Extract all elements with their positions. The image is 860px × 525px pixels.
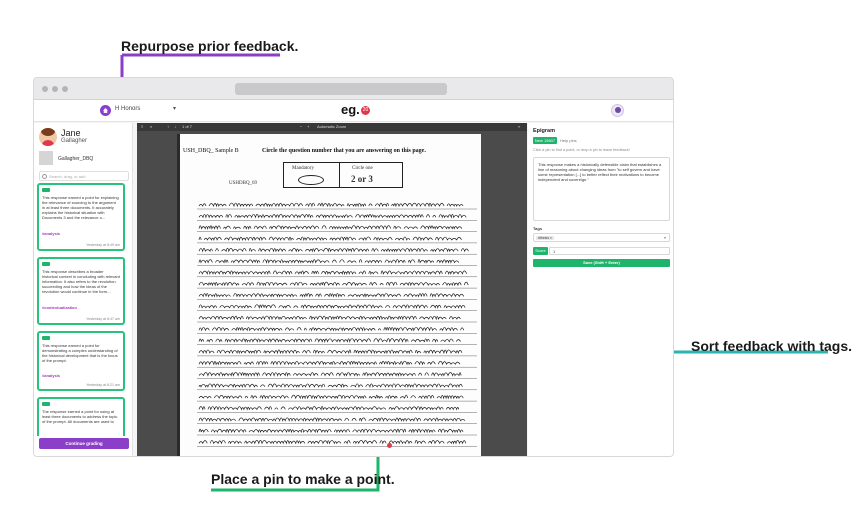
handwriting-line — [199, 406, 462, 409]
card-text: This response describes a broader histor… — [42, 269, 120, 294]
feedback-pin[interactable] — [387, 443, 392, 448]
user-avatar[interactable] — [611, 104, 624, 117]
sidebar-toggle-icon[interactable]: ≡ — [141, 124, 143, 129]
card-timestamp: Yesterday at 8:47 am — [86, 317, 120, 321]
handwritten-essay — [197, 202, 477, 447]
card-tag[interactable]: #contextualization — [42, 305, 77, 310]
feedback-text: This response makes a historically defen… — [538, 162, 662, 182]
feedback-card[interactable]: This response earned a point for explain… — [37, 183, 125, 251]
student-sidebar: Jane Gallagher Gallagher_DBQ Search, dra… — [34, 123, 133, 456]
zoom-in-icon[interactable]: + — [307, 124, 309, 129]
score-input[interactable]: 1 — [549, 247, 670, 255]
handwriting-line — [199, 237, 465, 240]
viewer-toolbar: ≡ ⌕ ↑ ↓ 1 of 7 − + Automatic Zoom » — [137, 123, 527, 131]
page-indicator[interactable]: 1 of 7 — [182, 124, 192, 129]
search-placeholder: Search, drag, or add — [49, 174, 86, 179]
chevron-down-icon[interactable]: ▾ — [664, 235, 666, 240]
search-icon[interactable]: ⌕ — [150, 124, 152, 129]
essay-page[interactable]: USH_DBQ_ Sample B Circle the question nu… — [177, 134, 481, 456]
feedback-card[interactable]: The response earned a point for using at… — [37, 397, 125, 436]
card-tag[interactable]: #analysis — [42, 373, 60, 378]
score-value: 1 — [553, 249, 556, 254]
handwriting-line — [198, 360, 461, 366]
feedback-panel: Epigram New 15607 Help pins Click a pin … — [528, 123, 673, 456]
handwriting-line — [198, 247, 469, 253]
search-icon — [42, 174, 47, 179]
card-score-badge — [42, 402, 50, 406]
tab-new-comment[interactable]: New 15607 — [533, 137, 557, 144]
handwriting-line — [198, 304, 466, 310]
card-score-badge — [42, 262, 50, 266]
handwriting-line — [199, 418, 468, 421]
app-header: H Honors ▾ eg. 20 — [34, 100, 673, 122]
panel-title: Epigram — [533, 128, 556, 134]
handwriting-line — [198, 293, 465, 298]
tag-chip[interactable]: #thesis × — [536, 236, 555, 240]
zoom-select[interactable]: Automatic Zoom — [317, 124, 346, 129]
address-bar[interactable] — [235, 83, 447, 95]
student-first-name: Jane — [61, 128, 81, 138]
card-text: This response earned a point for demonst… — [42, 343, 118, 363]
card-text: This response earned a point for explain… — [42, 195, 119, 220]
feedback-card[interactable]: This response earned a point for demonst… — [37, 331, 125, 391]
handwriting-line — [198, 213, 467, 219]
app-logo: eg. — [341, 102, 360, 117]
student-last-name: Gallagher — [61, 138, 88, 144]
student-avatar — [39, 128, 57, 146]
marketing-stage: Repurpose prior feedback. Sort feedback … — [0, 0, 860, 525]
tab-help-pins[interactable]: Help pins — [560, 138, 577, 143]
logo-badge: 20 — [361, 106, 370, 115]
handwriting-line — [198, 326, 465, 332]
continue-grading-button[interactable]: Continue grading — [39, 438, 129, 449]
tags-callout: Sort feedback with tags. — [691, 338, 853, 354]
card-timestamp: Yesterday at 8:21 am — [86, 383, 120, 387]
course-selector[interactable]: H Honors — [115, 106, 140, 112]
save-button[interactable]: Save (Shift + Enter) — [533, 259, 670, 267]
window-maximize-dot[interactable] — [62, 86, 68, 92]
card-score-badge — [42, 336, 50, 340]
handwriting-line — [198, 259, 460, 264]
document-name[interactable]: Gallagher_DBQ — [58, 156, 93, 162]
card-text: The response earned a point for using at… — [42, 409, 118, 424]
home-icon[interactable] — [100, 105, 111, 116]
handwriting-line — [198, 428, 464, 434]
more-tools-icon[interactable]: » — [518, 124, 520, 129]
feedback-card[interactable]: This response describes a broader histor… — [37, 257, 125, 325]
prev-page-icon[interactable]: ↑ — [167, 124, 169, 129]
handwriting-line — [198, 338, 461, 343]
score-label: Score — [533, 247, 548, 255]
next-page-icon[interactable]: ↓ — [174, 124, 176, 129]
feedback-callout: Repurpose prior feedback. — [121, 38, 299, 54]
browser-window: H Honors ▾ eg. 20 Jane Gallagher Gallagh… — [33, 77, 674, 457]
feedback-search-input[interactable]: Search, drag, or add — [39, 171, 129, 181]
handwriting-line — [198, 383, 463, 389]
window-minimize-dot[interactable] — [52, 86, 58, 92]
handwriting-line — [198, 394, 464, 400]
document-thumbnail[interactable] — [39, 151, 53, 165]
chevron-down-icon[interactable]: ▾ — [173, 105, 176, 112]
tags-input[interactable]: #thesis × ▾ — [533, 233, 670, 242]
feedback-bank-list: This response earned a point for explain… — [37, 183, 130, 436]
browser-chrome — [34, 78, 673, 100]
handwriting-line — [198, 439, 467, 445]
panel-hint: Click a pin to find a point, or drop a p… — [533, 148, 630, 152]
document-viewer: ≡ ⌕ ↑ ↓ 1 of 7 − + Automatic Zoom » USH_… — [137, 123, 527, 456]
handwriting-line — [198, 202, 464, 208]
card-timestamp: Yesterday at 8:49 am — [86, 243, 120, 247]
handwriting-line — [198, 349, 463, 355]
card-score-badge — [42, 188, 50, 192]
handwriting-line — [199, 316, 463, 319]
pin-callout: Place a pin to make a point. — [211, 471, 395, 487]
handwriting-line — [199, 373, 464, 376]
window-close-dot[interactable] — [42, 86, 48, 92]
handwriting-line — [198, 225, 463, 230]
handwriting-line — [198, 270, 467, 276]
tags-label: Tags — [533, 226, 543, 231]
card-tag[interactable]: #analysis — [42, 231, 60, 236]
handwriting-line — [198, 281, 469, 287]
zoom-out-icon[interactable]: − — [300, 124, 302, 129]
feedback-textarea[interactable]: This response makes a historically defen… — [533, 157, 670, 221]
